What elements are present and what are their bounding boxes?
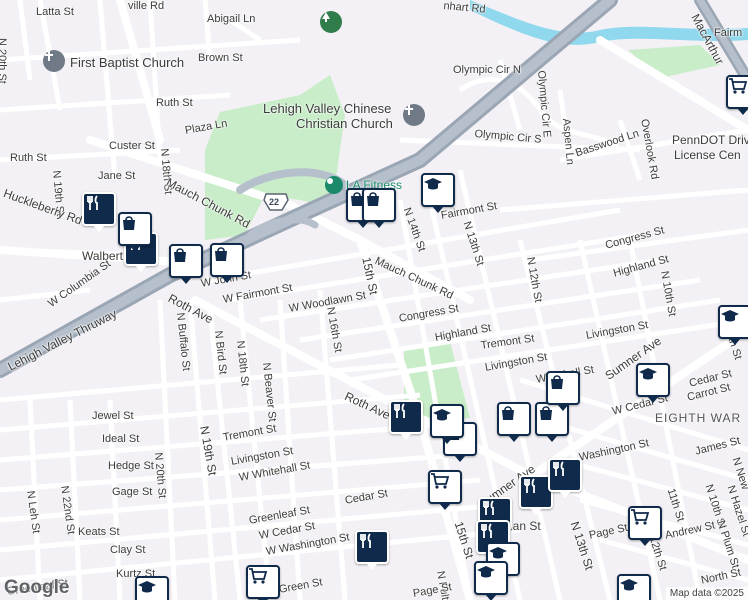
- street-label: N 20th St: [0, 38, 8, 84]
- school-marker-icon[interactable]: [617, 574, 651, 600]
- school-marker-icon[interactable]: [430, 404, 464, 444]
- place-label-penndot-line2[interactable]: License Cen: [674, 148, 741, 163]
- school-marker-icon[interactable]: [421, 173, 455, 213]
- place-label-chinese-church-line2[interactable]: Christian Church: [296, 116, 393, 131]
- restaurant-marker-icon[interactable]: [389, 400, 423, 440]
- street-label: Jewel St: [92, 410, 134, 422]
- street-label: Fairm: [714, 27, 743, 39]
- grocery-cart-marker-icon[interactable]: [246, 565, 280, 600]
- shopping-marker-icon[interactable]: [169, 244, 203, 284]
- shopping-marker-icon[interactable]: [210, 243, 244, 283]
- school-marker-icon[interactable]: [718, 305, 748, 345]
- street-label: Ruth St: [156, 97, 193, 109]
- shopping-marker-icon[interactable]: [497, 402, 531, 442]
- grocery-cart-marker-icon[interactable]: [628, 506, 662, 546]
- street-label: Olympic Cir N: [453, 64, 521, 76]
- street-label: Ruth St: [10, 152, 47, 164]
- restaurant-marker-icon[interactable]: [548, 458, 582, 498]
- street-label: Custer St: [109, 140, 155, 152]
- map-attribution[interactable]: Map data ©2025: [665, 587, 748, 600]
- street-label: Gage St: [112, 486, 153, 498]
- shopping-marker-icon[interactable]: [362, 188, 396, 228]
- neighborhood-label-eighth-ward: EIGHTH WAR: [655, 411, 742, 425]
- school-marker-icon[interactable]: [636, 363, 670, 403]
- gym-pin-icon[interactable]: [325, 176, 343, 194]
- shopping-marker-icon[interactable]: [118, 212, 152, 252]
- church-pin-icon[interactable]: [403, 104, 425, 126]
- park-pin-icon[interactable]: [320, 11, 342, 33]
- place-label-first-baptist[interactable]: First Baptist Church: [70, 55, 184, 70]
- street-label: Latta St: [36, 6, 74, 18]
- highway-shield-label: 22: [269, 197, 280, 207]
- school-marker-icon[interactable]: [474, 561, 508, 600]
- street-label: Jane St: [98, 170, 136, 182]
- grocery-cart-marker-icon[interactable]: [726, 75, 748, 115]
- google-logo: Google: [4, 577, 70, 598]
- street-label: Clay St: [110, 544, 146, 556]
- street-label: Ideal St: [102, 433, 140, 445]
- street-label: ian St: [510, 519, 541, 533]
- map-canvas[interactable]: 22 First Baptist Church Lehigh Valley Ch…: [0, 0, 748, 600]
- school-marker-icon[interactable]: [135, 576, 169, 600]
- church-pin-icon[interactable]: [43, 50, 65, 72]
- street-label: ville Rd: [128, 0, 165, 12]
- street-label: Brown St: [198, 52, 243, 64]
- grocery-cart-marker-icon[interactable]: [428, 470, 462, 510]
- restaurant-marker-icon[interactable]: [82, 192, 116, 232]
- place-label-penndot-line1[interactable]: PennDOT Driv: [672, 133, 748, 148]
- street-label: Abigail Ln: [207, 13, 256, 25]
- street-label: Keats St: [78, 526, 120, 538]
- restaurant-marker-icon[interactable]: [355, 530, 389, 570]
- shopping-marker-icon[interactable]: [546, 371, 580, 411]
- street-label: Hedge St: [108, 460, 154, 472]
- place-label-chinese-church-line1[interactable]: Lehigh Valley Chinese: [263, 101, 391, 116]
